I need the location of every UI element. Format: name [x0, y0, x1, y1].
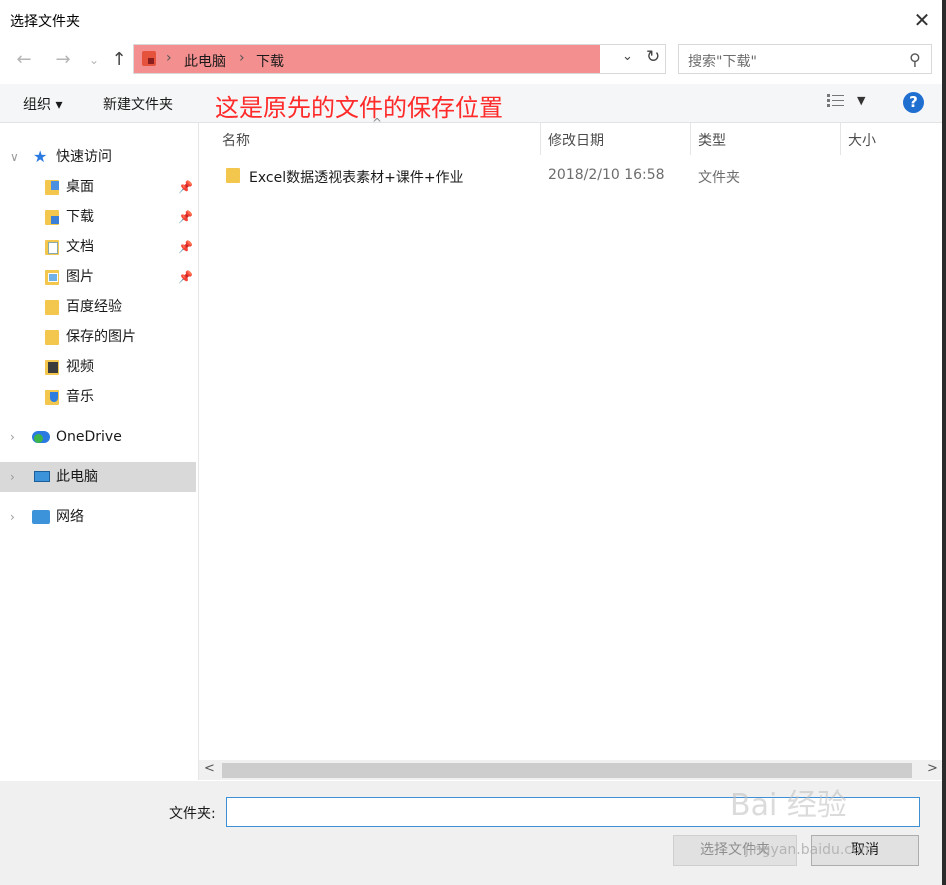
window-title: 选择文件夹 [10, 14, 80, 30]
column-divider[interactable] [690, 123, 691, 155]
nav-item-videos[interactable]: 视频 [0, 352, 196, 382]
navigation-pane: ∨ ★ 快速访问 桌面 📌 下载 📌 文档 📌 图片 📌 百度经验 保存的图片 … [0, 123, 199, 780]
videos-folder-icon [45, 360, 59, 375]
folder-icon [45, 330, 59, 345]
nav-label: 音乐 [66, 389, 94, 405]
chevron-right-icon[interactable]: › [10, 422, 15, 452]
new-folder-button[interactable]: 新建文件夹 [103, 94, 173, 114]
onedrive-cloud-icon [32, 431, 50, 443]
nav-label: 桌面 [66, 179, 94, 195]
pin-icon[interactable]: 📌 [178, 172, 193, 202]
column-name[interactable]: 名称 [222, 130, 250, 150]
chevron-down-icon[interactable]: ⌄ [622, 49, 633, 64]
column-type[interactable]: 类型 [698, 130, 726, 150]
documents-folder-icon [45, 240, 59, 255]
nav-label: 下载 [66, 209, 94, 225]
address-bar[interactable]: › 此电脑 › 下载 ⌄ ↻ [133, 44, 666, 74]
nav-label: 图片 [66, 269, 94, 285]
pin-icon[interactable]: 📌 [178, 232, 193, 262]
breadcrumb-separator: › [166, 50, 172, 66]
nav-item-baidu-jingyan[interactable]: 百度经验 [0, 292, 196, 322]
nav-label: 百度经验 [66, 299, 122, 315]
computer-icon [34, 471, 50, 482]
view-dropdown-icon[interactable]: ▼ [857, 94, 865, 107]
desktop-folder-icon [45, 180, 59, 195]
chevron-right-icon[interactable]: › [10, 462, 15, 492]
help-icon[interactable]: ? [903, 92, 924, 113]
baidu-watermark-logo: Bai 经验 [730, 788, 847, 823]
nav-item-music[interactable]: 音乐 [0, 382, 196, 412]
nav-label: 此电脑 [56, 469, 98, 485]
downloads-folder-icon [142, 51, 156, 66]
pin-icon[interactable]: 📌 [178, 202, 193, 232]
folder-field-label: 文件夹: [169, 806, 216, 822]
column-divider[interactable] [840, 123, 841, 155]
nav-label: 网络 [56, 509, 84, 525]
file-row[interactable]: Excel数据透视表素材+课件+作业 2018/2/10 16:58 文件夹 [220, 162, 920, 190]
nav-item-documents[interactable]: 文档 📌 [0, 232, 196, 262]
folder-icon [45, 300, 59, 315]
chevron-down-icon[interactable]: ∨ [10, 142, 19, 172]
downloads-folder-icon [45, 210, 59, 225]
refresh-icon[interactable]: ↻ [646, 47, 660, 67]
file-modified: 2018/2/10 16:58 [548, 167, 665, 183]
chevron-right-icon[interactable]: › [10, 502, 15, 532]
scroll-left-icon[interactable]: < [204, 761, 215, 776]
search-box[interactable]: 搜索"下载" ⚲ [678, 44, 932, 74]
nav-label: 快速访问 [56, 149, 112, 165]
search-placeholder: 搜索"下载" [688, 54, 757, 70]
back-arrow-icon[interactable]: ← [12, 48, 36, 72]
horizontal-scrollbar[interactable]: < > [199, 760, 942, 780]
nav-label: 文档 [66, 239, 94, 255]
folder-picker-dialog: 选择文件夹 ✕ ← → ⌄ ↑ › 此电脑 › 下载 ⌄ ↻ 搜索"下载" ⚲ … [0, 0, 943, 885]
search-icon[interactable]: ⚲ [909, 50, 921, 69]
file-name: Excel数据透视表素材+课件+作业 [249, 170, 464, 186]
organize-menu-button[interactable]: 组织 ▾ [23, 94, 62, 114]
nav-item-downloads[interactable]: 下载 📌 [0, 202, 196, 232]
scroll-right-icon[interactable]: > [927, 761, 938, 776]
nav-item-desktop[interactable]: 桌面 📌 [0, 172, 196, 202]
nav-label: OneDrive [56, 429, 122, 445]
nav-label: 保存的图片 [66, 329, 136, 345]
pictures-folder-icon [45, 270, 59, 285]
pin-icon[interactable]: 📌 [178, 262, 193, 292]
nav-this-pc[interactable]: › 此电脑 [0, 462, 196, 492]
column-modified[interactable]: 修改日期 [548, 130, 604, 150]
forward-arrow-icon[interactable]: → [51, 48, 75, 72]
nav-onedrive[interactable]: › OneDrive [0, 422, 196, 452]
recent-dropdown-icon[interactable]: ⌄ [82, 48, 106, 72]
baidu-watermark-url: jingyan.baidu.com [745, 842, 875, 858]
network-icon [32, 510, 50, 524]
music-folder-icon [45, 390, 59, 405]
file-type: 文件夹 [698, 170, 740, 186]
nav-label: 视频 [66, 359, 94, 375]
star-icon: ★ [33, 147, 48, 166]
nav-item-saved-pictures[interactable]: 保存的图片 [0, 322, 196, 352]
breadcrumb-downloads[interactable]: 下载 [256, 51, 284, 71]
nav-quick-access[interactable]: ∨ ★ 快速访问 [0, 142, 196, 172]
column-size[interactable]: 大小 [848, 130, 876, 150]
annotation-text: 这是原先的文件的保存位置 [215, 94, 503, 122]
nav-network[interactable]: › 网络 [0, 502, 196, 532]
up-arrow-icon[interactable]: ↑ [107, 48, 131, 72]
scrollbar-thumb[interactable] [222, 763, 912, 778]
column-divider[interactable] [540, 123, 541, 155]
breadcrumb-separator: › [239, 50, 245, 66]
breadcrumb-this-pc[interactable]: 此电脑 [184, 51, 226, 71]
folder-icon [226, 168, 240, 183]
close-button[interactable]: ✕ [908, 6, 936, 34]
column-headers: 名称 修改日期 类型 大小 [199, 123, 942, 155]
view-options-icon[interactable] [826, 93, 846, 109]
window-edge [942, 0, 946, 885]
nav-item-pictures[interactable]: 图片 📌 [0, 262, 196, 292]
